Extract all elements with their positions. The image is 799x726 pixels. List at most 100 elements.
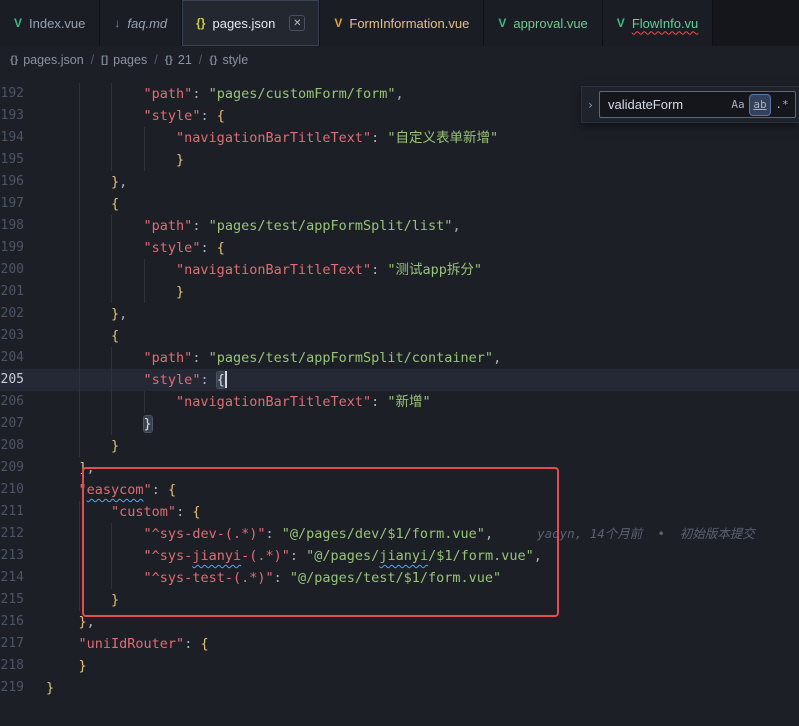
- indent-guide: [111, 149, 112, 171]
- breadcrumb-separator: /: [91, 53, 94, 67]
- breadcrumb-item-21[interactable]: {}21: [165, 53, 192, 67]
- code-line-202[interactable]: 202 },: [0, 303, 799, 325]
- indent-guide: [79, 83, 80, 105]
- indent-guide: [111, 259, 112, 281]
- indent-guide: [79, 369, 80, 391]
- indent-guide: [144, 127, 145, 149]
- indent-guide: [144, 391, 145, 413]
- code-line-211[interactable]: 211 "custom": {: [0, 501, 799, 523]
- code-line-208[interactable]: 208 }: [0, 435, 799, 457]
- line-number: 217: [0, 633, 46, 655]
- indent-guide: [79, 347, 80, 369]
- breadcrumb-separator: /: [199, 53, 202, 67]
- tab-label: pages.json: [212, 16, 275, 31]
- line-number: 200: [0, 259, 46, 281]
- code-line-209[interactable]: 209 ],: [0, 457, 799, 479]
- code-line-204[interactable]: 204 "path": "pages/test/appFormSplit/con…: [0, 347, 799, 369]
- editor[interactable]: 192 "path": "pages/customForm/form",193 …: [0, 74, 799, 726]
- indent-guide: [111, 215, 112, 237]
- code-line-195[interactable]: 195 }: [0, 149, 799, 171]
- find-input[interactable]: [608, 97, 726, 112]
- line-number: 206: [0, 391, 46, 413]
- code-line-200[interactable]: 200 "navigationBarTitleText": "测试app拆分": [0, 259, 799, 281]
- code-line-194[interactable]: 194 "navigationBarTitleText": "自定义表单新增": [0, 127, 799, 149]
- code-line-216[interactable]: 216 },: [0, 611, 799, 633]
- json-object-icon: {}: [10, 54, 18, 66]
- indent-guide: [79, 523, 80, 545]
- breadcrumb-label: 21: [178, 53, 192, 67]
- indent-guide: [111, 281, 112, 303]
- code-line-213[interactable]: 213 "^sys-jianyi-(.*)": "@/pages/jianyi/…: [0, 545, 799, 567]
- indent-guide: [111, 545, 112, 567]
- line-number: 209: [0, 457, 46, 479]
- indent-guide: [79, 281, 80, 303]
- indent-guide: [111, 369, 112, 391]
- line-number: 214: [0, 567, 46, 589]
- vscode-window: VIndex.vue↓faq.md{}pages.json✕VFormInfor…: [0, 0, 799, 726]
- indent-guide: [111, 237, 112, 259]
- indent-guide: [144, 281, 145, 303]
- text-cursor: [225, 371, 227, 388]
- indent-guide: [79, 567, 80, 589]
- match-case-icon[interactable]: Aa: [728, 95, 748, 115]
- indent-guide: [111, 567, 112, 589]
- object-icon: {}: [209, 54, 217, 66]
- tab-faq.md[interactable]: ↓faq.md: [100, 0, 182, 46]
- code-line-206[interactable]: 206 "navigationBarTitleText": "新增": [0, 391, 799, 413]
- tab-approval.vue[interactable]: Vapproval.vue: [484, 0, 602, 46]
- tab-pages.json[interactable]: {}pages.json✕: [182, 0, 320, 46]
- breadcrumb-item-pages.json[interactable]: {} pages.json: [10, 53, 84, 67]
- line-number: 218: [0, 655, 46, 677]
- code-line-205[interactable]: 205 "style": {: [0, 369, 799, 391]
- line-number: 196: [0, 171, 46, 193]
- line-number: 215: [0, 589, 46, 611]
- regex-icon[interactable]: .*: [772, 95, 792, 115]
- array-icon: []: [101, 54, 108, 66]
- tab-label: FlowInfo.vu: [632, 16, 698, 31]
- code-line-212[interactable]: 212 "^sys-dev-(.*)": "@/pages/dev/$1/for…: [0, 523, 799, 545]
- line-number: 212: [0, 523, 46, 545]
- tab-label: approval.vue: [513, 16, 587, 31]
- chevron-right-icon[interactable]: ›: [582, 94, 599, 116]
- code-line-197[interactable]: 197 {: [0, 193, 799, 215]
- tab-FormInformation.vue[interactable]: VFormInformation.vue: [320, 0, 484, 46]
- code-line-214[interactable]: 214 "^sys-test-(.*)": "@/pages/test/$1/f…: [0, 567, 799, 589]
- tab-label: FormInformation.vue: [349, 16, 469, 31]
- breadcrumb-label: style: [222, 53, 248, 67]
- line-number: 204: [0, 347, 46, 369]
- code-line-218[interactable]: 218 }: [0, 655, 799, 677]
- indent-guide: [79, 237, 80, 259]
- line-number: 197: [0, 193, 46, 215]
- indent-guide: [111, 391, 112, 413]
- breadcrumb-item-style[interactable]: {} style: [209, 53, 248, 67]
- tab-FlowInfo.vu[interactable]: VFlowInfo.vu: [603, 0, 714, 46]
- indent-guide: [79, 259, 80, 281]
- vue-icon: V: [14, 16, 22, 30]
- line-number: 199: [0, 237, 46, 259]
- tab-Index.vue[interactable]: VIndex.vue: [0, 0, 100, 46]
- code-line-198[interactable]: 198 "path": "pages/test/appFormSplit/lis…: [0, 215, 799, 237]
- code-line-219[interactable]: 219}: [0, 677, 799, 699]
- code-line-207[interactable]: 207 }: [0, 413, 799, 435]
- find-input-box: Aaab.*: [599, 91, 796, 118]
- indent-guide: [79, 193, 80, 215]
- line-number: 192: [0, 83, 46, 105]
- indent-guide: [79, 325, 80, 347]
- code-line-201[interactable]: 201 }: [0, 281, 799, 303]
- indent-guide: [79, 545, 80, 567]
- code-line-196[interactable]: 196 },: [0, 171, 799, 193]
- whole-word-icon[interactable]: ab: [750, 95, 770, 115]
- vue-icon: V: [498, 16, 506, 30]
- breadcrumb-label: pages.json: [23, 53, 83, 67]
- close-icon[interactable]: ✕: [289, 15, 305, 31]
- breadcrumb-item-pages[interactable]: []pages: [101, 53, 147, 67]
- indent-guide: [79, 303, 80, 325]
- code-line-217[interactable]: 217 "uniIdRouter": {: [0, 633, 799, 655]
- code-line-199[interactable]: 199 "style": {: [0, 237, 799, 259]
- indent-guide: [79, 105, 80, 127]
- code-line-215[interactable]: 215 }: [0, 589, 799, 611]
- line-number: 203: [0, 325, 46, 347]
- code-line-210[interactable]: 210 "easycom": {: [0, 479, 799, 501]
- code-line-203[interactable]: 203 {: [0, 325, 799, 347]
- find-options: Aaab.*: [726, 95, 792, 115]
